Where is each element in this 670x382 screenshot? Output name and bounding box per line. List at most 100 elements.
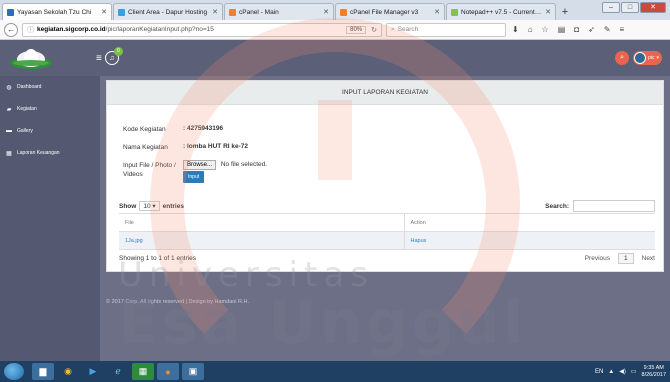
user-label: pic [648,55,655,61]
sidebar-item-dashboard[interactable]: ◍ Dashboard [0,76,100,98]
dashboard-icon: ◍ [6,84,12,91]
table-search: Search: [545,200,655,212]
input-button[interactable]: Input [183,171,205,183]
no-file-text: No file selected. [220,161,268,168]
back-arrow-icon[interactable]: ← [4,22,18,37]
library-icon[interactable]: ▤ [558,25,566,34]
maximize-icon[interactable]: □ [621,2,639,13]
clock-time: 9:35 AM [643,364,664,371]
browser-toolbar: ⬇ ⌂ ☆ ▤ ◘ ➶ ✎ ≡ [512,25,624,34]
table-footer: Showing 1 to 1 of 1 entries Previous 1 N… [119,253,655,264]
close-icon[interactable]: ✕ [545,8,551,16]
window-close-icon[interactable]: ✕ [640,2,666,13]
language-indicator[interactable]: EN [595,369,603,375]
info-icon[interactable]: ⓘ [27,25,34,35]
start-button[interactable] [4,363,24,380]
reload-icon[interactable]: ↻ [371,26,377,34]
browser-tab[interactable]: cPanel File Manager v3 ✕ [335,3,445,20]
logo[interactable] [6,45,56,71]
close-icon[interactable]: ✕ [434,8,440,16]
network-icon[interactable]: ▭ [631,368,637,375]
chrome-icon[interactable]: ◉ [57,363,79,380]
browser-tab[interactable]: Yayasan Sekolah Tzu Chi ✕ [2,3,112,20]
user-menu[interactable]: pic ▾ [633,51,662,65]
sidebar-item-label: Dashboard [17,84,42,90]
table-search-input[interactable] [573,200,655,212]
browse-button[interactable]: Browse... [183,160,217,170]
zoom-level[interactable]: 80% [346,25,367,34]
tab-favicon-icon [229,8,236,16]
tab-favicon-icon [340,8,347,16]
form-row-file: Input File / Photo / Videos Browse... No… [123,160,268,183]
tab-favicon-icon [451,8,458,16]
avatar [634,52,647,64]
firefox-icon[interactable]: ● [157,363,179,380]
url-host: kegiatan.sigcorp.co.id [37,26,106,33]
nama-label: Nama Kegiatan [123,144,168,151]
minimize-icon[interactable]: – [602,2,620,13]
send-icon[interactable]: ➶ [588,25,595,34]
book-icon: ▰ [6,106,12,113]
files-table: File Action 1Ja.jpg Hapus [119,213,655,250]
report-form: Kode Kegiatan : 4275943196 Nama Kegiatan… [123,125,267,192]
previous-button[interactable]: Previous [585,255,610,262]
bookmark-star-icon[interactable]: ☆ [542,25,549,34]
column-header-file[interactable]: File [119,213,405,232]
sidebar-item-laporan-keuangan[interactable]: ▦ Laporan Keuangan [0,142,100,164]
tab-label: Notepad++ v7.5 - Current V... [461,8,543,16]
browser-search-input[interactable]: ⌕ Search [386,22,506,37]
file-input-group: Browse... No file selected. Input [183,160,268,183]
windows-taskbar: ▆ ◉ ▶ ℯ ▦ ● ▣ EN ▲ ◀) ▭ 9:35 AM 8/26/201… [0,361,670,382]
table-controls: Show 10 ▾ entries Search: [119,200,655,212]
home-icon[interactable]: ⌂ [528,25,533,34]
header-search-icon[interactable]: ⌕ [615,51,630,65]
column-header-action[interactable]: Action [404,213,655,232]
download-icon[interactable]: ⬇ [512,25,519,34]
nama-value: : lomba HUT RI ke-72 [183,143,249,150]
pocket-icon[interactable]: ◘ [574,25,579,34]
entries-value: 10 [143,203,151,210]
kode-value: : 4275943196 [183,125,224,132]
menu-icon[interactable]: ≡ [620,25,625,34]
internet-explorer-icon[interactable]: ℯ [107,363,129,380]
browser-tab[interactable]: Client Area - Dapur Hosting ✕ [113,3,223,20]
close-icon[interactable]: ✕ [212,8,218,16]
clock[interactable]: 9:35 AM 8/26/2017 [642,365,666,379]
close-icon[interactable]: ✕ [101,8,107,16]
excel-icon[interactable]: ▦ [132,363,154,380]
file-label: Input File / Photo / Videos [123,162,176,178]
media-player-icon[interactable]: ▶ [82,363,104,380]
notification-bell-icon[interactable]: ♫ 0 [104,47,123,65]
file-link[interactable]: 1Ja.jpg [125,238,143,244]
file-explorer-icon[interactable]: ▆ [32,363,54,380]
next-button[interactable]: Next [642,255,655,262]
delete-link[interactable]: Hapus [411,238,427,244]
page-button[interactable]: 1 [618,253,634,264]
card-title: INPUT LAPORAN KEGIATAN [107,81,663,105]
table-row: 1Ja.jpg Hapus [119,231,655,250]
chevron-down-icon: ▾ [656,55,659,61]
tab-label: Client Area - Dapur Hosting [128,8,208,16]
form-row-nama: Nama Kegiatan : lomba HUT RI ke-72 [123,143,267,152]
new-tab-button[interactable]: + [557,3,573,20]
sync-icon[interactable]: ✎ [604,25,611,34]
clock-date: 8/26/2017 [641,371,666,378]
pagination: Previous 1 Next [585,253,655,264]
sidebar-item-label: Laporan Keuangan [17,150,60,156]
entries-select[interactable]: 10 ▾ [139,201,160,211]
sidebar-item-gallery[interactable]: ▬ Gallery [0,120,100,142]
sidebar: ◍ Dashboard ▰ Kegiatan ▬ Gallery ▦ Lapor… [0,76,100,361]
tab-favicon-icon [118,8,125,16]
browser-tab[interactable]: cPanel - Main ✕ [224,3,334,20]
sidebar-toggle-icon[interactable]: ≡ [96,53,102,64]
lotus-logo-icon [10,49,52,69]
chevron-down-icon: ▾ [152,203,156,210]
image-icon: ▬ [6,128,12,134]
url-bar[interactable]: ⓘ kegiatan.sigcorp.co.id /pic/laporanKeg… [22,22,382,37]
tray-up-icon[interactable]: ▲ [608,369,614,375]
sidebar-item-kegiatan[interactable]: ▰ Kegiatan [0,98,100,120]
window-app-icon[interactable]: ▣ [182,363,204,380]
close-icon[interactable]: ✕ [323,8,329,16]
volume-icon[interactable]: ◀) [619,368,626,375]
browser-tab[interactable]: Notepad++ v7.5 - Current V... ✕ [446,3,556,20]
